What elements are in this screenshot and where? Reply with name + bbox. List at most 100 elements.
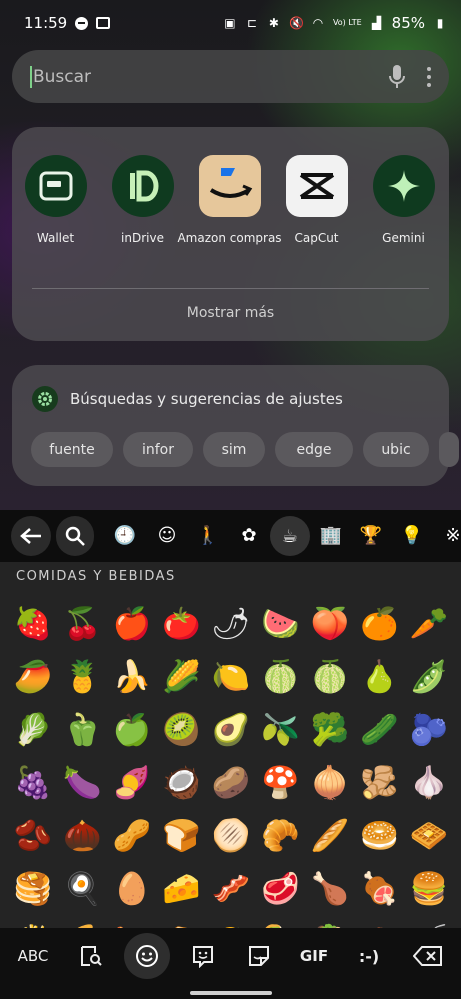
back-arrow-icon[interactable]: [11, 516, 51, 556]
emoji-key[interactable]: 🍐: [355, 651, 405, 704]
places-icon[interactable]: 🏢: [318, 522, 344, 548]
emoji-key[interactable]: 🍄: [256, 757, 306, 810]
emoji-key[interactable]: 🥕: [404, 598, 454, 651]
emoji-key[interactable]: 🍈: [256, 651, 306, 704]
emoji-key[interactable]: 🥒: [355, 704, 405, 757]
emoji-key[interactable]: 🥔: [206, 757, 256, 810]
emoji-key[interactable]: 🍒: [58, 598, 108, 651]
emoji-key[interactable]: 🍖: [355, 863, 405, 916]
emoji-key[interactable]: 🥑: [206, 704, 256, 757]
emoji-key[interactable]: 🥬: [8, 704, 58, 757]
emoji-key[interactable]: 🥯: [355, 810, 405, 863]
backspace-icon[interactable]: [410, 938, 446, 974]
search-input[interactable]: Buscar: [33, 67, 387, 87]
emoji-key[interactable]: 🥜: [107, 810, 157, 863]
suggestion-chip[interactable]: infor: [123, 432, 193, 467]
emoji-key[interactable]: 🍋: [206, 651, 256, 704]
emoji-key[interactable]: 🫛: [404, 651, 454, 704]
gif-button[interactable]: GIF: [296, 938, 332, 974]
person-icon[interactable]: 🚶: [195, 522, 221, 548]
emoji-key[interactable]: 🧄: [404, 757, 454, 810]
emoji-key[interactable]: 🌽: [157, 651, 207, 704]
emoji-key[interactable]: 🥞: [8, 863, 58, 916]
emoji-tab-icon[interactable]: [124, 933, 170, 979]
more-options-icon[interactable]: [427, 66, 431, 87]
emoji-key[interactable]: 🍏: [107, 704, 157, 757]
emoji-key[interactable]: 🍝: [404, 916, 454, 929]
app-wallet[interactable]: Wallet: [12, 155, 99, 245]
suggestion-chip[interactable]: ubic: [363, 432, 429, 467]
emoji-key[interactable]: 🥥: [157, 757, 207, 810]
symbols-icon[interactable]: ※: [440, 522, 461, 548]
emoji-key[interactable]: 🍅: [157, 598, 207, 651]
emoji-key[interactable]: 🍊: [355, 598, 405, 651]
emoji-key[interactable]: 🍗: [305, 863, 355, 916]
search-bar[interactable]: Buscar: [12, 50, 449, 103]
app-amazon[interactable]: Amazon compras: [177, 155, 282, 245]
emoji-key[interactable]: 🥪: [157, 916, 207, 929]
emoji-key[interactable]: 🧀: [157, 863, 207, 916]
emoji-key[interactable]: 🫓: [206, 810, 256, 863]
smiley-icon[interactable]: ☺: [154, 522, 180, 548]
emoji-key[interactable]: 🧇: [404, 810, 454, 863]
emoji-key[interactable]: 🍞: [157, 810, 207, 863]
nature-icon[interactable]: ✿: [236, 522, 262, 548]
emoji-key[interactable]: 🫑: [58, 704, 108, 757]
navigation-handle[interactable]: [190, 991, 272, 995]
show-more-button[interactable]: Mostrar más: [12, 305, 449, 321]
emoji-key[interactable]: 🌶: [206, 598, 256, 651]
emoji-key[interactable]: 🍉: [256, 598, 306, 651]
emoji-key[interactable]: 🥭: [8, 651, 58, 704]
emoji-key[interactable]: 🥝: [157, 704, 207, 757]
emoji-key[interactable]: 🍍: [58, 651, 108, 704]
emoji-key[interactable]: 🍕: [58, 916, 108, 929]
food-icon[interactable]: ☕: [270, 516, 310, 556]
emoji-key[interactable]: 🥩: [256, 863, 306, 916]
recent-clock-icon[interactable]: 🕘: [112, 522, 138, 548]
emoji-key[interactable]: 🍈: [305, 651, 355, 704]
emoji-key[interactable]: 🍔: [404, 863, 454, 916]
sticker-icon[interactable]: [244, 938, 274, 974]
emoji-key[interactable]: 🍑: [305, 598, 355, 651]
emoji-key[interactable]: 🌮: [206, 916, 256, 929]
app-gemini[interactable]: Gemini: [360, 155, 447, 245]
suggestion-chip[interactable]: fuente: [31, 432, 113, 467]
emoji-key[interactable]: 🥓: [206, 863, 256, 916]
emoji-key[interactable]: 🥖: [305, 810, 355, 863]
emoji-key[interactable]: 🍇: [8, 757, 58, 810]
emoji-key[interactable]: 🥐: [256, 810, 306, 863]
bitmoji-icon[interactable]: [188, 938, 218, 974]
emoji-key[interactable]: 🥙: [305, 916, 355, 929]
emoji-key[interactable]: 🧅: [305, 757, 355, 810]
emoji-key[interactable]: 🫒: [256, 704, 306, 757]
objects-icon[interactable]: 💡: [399, 522, 425, 548]
emoji-key[interactable]: 🫚: [355, 757, 405, 810]
emoji-key[interactable]: 🌭: [107, 916, 157, 929]
emoji-key[interactable]: 🫐: [404, 704, 454, 757]
emoji-key[interactable]: 🍌: [107, 651, 157, 704]
emoticon-button[interactable]: :-): [352, 938, 386, 974]
abc-button[interactable]: ABC: [14, 938, 52, 974]
emoji-key[interactable]: 🌰: [58, 810, 108, 863]
microphone-icon[interactable]: [387, 64, 407, 90]
emoji-key[interactable]: 🍠: [107, 757, 157, 810]
suggestion-chip-partial[interactable]: [439, 432, 459, 467]
emoji-key[interactable]: 🍳: [58, 863, 108, 916]
emoji-key[interactable]: 🍎: [107, 598, 157, 651]
emoji-key[interactable]: 🍓: [8, 598, 58, 651]
suggestion-chip[interactable]: sim: [203, 432, 265, 467]
emoji-key[interactable]: 🍆: [58, 757, 108, 810]
emoji-key[interactable]: 🍟: [8, 916, 58, 929]
emoji-key[interactable]: 🫘: [8, 810, 58, 863]
emoji-search-icon[interactable]: [56, 516, 94, 556]
activity-icon[interactable]: 🏆: [358, 522, 384, 548]
suggestions-header[interactable]: Búsquedas y sugerencias de ajustes: [32, 386, 343, 412]
emoji-key[interactable]: 🥦: [305, 704, 355, 757]
suggestion-chip[interactable]: edge: [275, 432, 353, 467]
app-capcut[interactable]: CapCut: [273, 155, 360, 245]
emoji-key[interactable]: 🥚: [107, 863, 157, 916]
sticker-search-icon[interactable]: [76, 938, 106, 974]
emoji-key[interactable]: 🌯: [256, 916, 306, 929]
emoji-key[interactable]: 🧆: [355, 916, 405, 929]
app-indrive[interactable]: inDrive: [99, 155, 186, 245]
